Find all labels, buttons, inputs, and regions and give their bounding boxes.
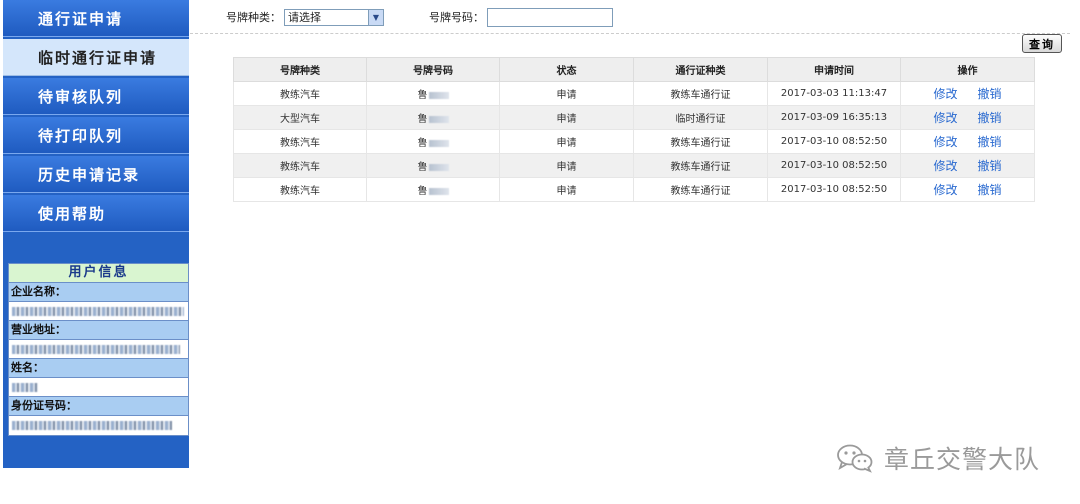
- edit-link[interactable]: 修改: [933, 111, 957, 125]
- cell-plate-no: 鲁: [366, 105, 500, 130]
- plate-type-select[interactable]: 请选择 ▼: [284, 8, 384, 26]
- cancel-link[interactable]: 撤销: [978, 159, 1002, 173]
- cell-pass-type: 临时通行证: [633, 105, 768, 130]
- table-row: 教练汽车 鲁 申请 教练车通行证 2017-03-10 08:52:50 修改 撤…: [233, 153, 1035, 178]
- cancel-link[interactable]: 撤销: [978, 87, 1002, 101]
- watermark: 章丘交警大队: [836, 440, 1040, 476]
- plate-type-selected-value: 请选择: [288, 11, 321, 24]
- cell-plate-no: 鲁: [366, 177, 500, 202]
- table-row: 教练汽车 鲁 申请 教练车通行证 2017-03-10 08:52:50 修改 撤…: [233, 177, 1035, 202]
- divider: [190, 33, 1070, 34]
- plate-redacted: [428, 115, 449, 123]
- cell-status: 申请: [499, 129, 634, 154]
- plate-redacted: [428, 91, 449, 99]
- plate-redacted: [428, 139, 449, 147]
- cell-pass-type: 教练车通行证: [633, 81, 768, 106]
- chevron-down-icon[interactable]: ▼: [368, 9, 383, 25]
- cell-actions: 修改 撤销: [900, 177, 1035, 202]
- edit-link[interactable]: 修改: [933, 159, 957, 173]
- col-plate-no: 号牌号码: [366, 57, 500, 82]
- cell-plate-no: 鲁: [366, 129, 500, 154]
- plate-redacted: [428, 163, 449, 171]
- sidebar-item-history[interactable]: 历史申请记录: [3, 156, 189, 193]
- watermark-text: 章丘交警大队: [884, 445, 1041, 474]
- plate-prefix: 鲁: [417, 186, 428, 197]
- col-pass-type: 通行证种类: [633, 57, 768, 82]
- cell-pass-type: 教练车通行证: [633, 153, 768, 178]
- cell-pass-type: 教练车通行证: [633, 129, 768, 154]
- cell-apply-time: 2017-03-10 08:52:50: [767, 177, 901, 202]
- cell-plate-no: 鲁: [366, 81, 500, 106]
- cell-apply-time: 2017-03-10 08:52:50: [767, 153, 901, 178]
- cell-actions: 修改 撤销: [900, 105, 1035, 130]
- edit-link[interactable]: 修改: [933, 135, 957, 149]
- cell-plate-type: 教练汽车: [233, 129, 367, 154]
- person-name-value-redacted: [9, 378, 188, 397]
- applications-table: 号牌种类 号牌号码 状态 通行证种类 申请时间 操作 教练汽车 鲁 申请 教练车…: [233, 57, 1035, 202]
- cell-plate-type: 教练汽车: [233, 153, 367, 178]
- cell-plate-type: 教练汽车: [233, 177, 367, 202]
- plate-redacted: [428, 187, 449, 195]
- cell-status: 申请: [499, 177, 634, 202]
- cell-plate-type: 教练汽车: [233, 81, 367, 106]
- business-address-label: 营业地址：: [9, 321, 188, 340]
- plate-prefix: 鲁: [417, 114, 428, 125]
- cell-actions: 修改 撤销: [900, 129, 1035, 154]
- cell-apply-time: 2017-03-10 08:52:50: [767, 129, 901, 154]
- id-number-label: 身份证号码：: [9, 397, 188, 416]
- sidebar-item-temp-pass-application[interactable]: 临时通行证申请: [3, 39, 189, 76]
- sidebar-item-pending-review[interactable]: 待审核队列: [3, 78, 189, 115]
- filter-bar: 号牌种类： 请选择 ▼ 号牌号码：: [190, 6, 1070, 28]
- plate-prefix: 鲁: [417, 162, 428, 173]
- table-row: 教练汽车 鲁 申请 教练车通行证 2017-03-03 11:13:47 修改 撤…: [233, 81, 1035, 106]
- col-actions: 操作: [900, 57, 1035, 82]
- table-row: 教练汽车 鲁 申请 教练车通行证 2017-03-10 08:52:50 修改 撤…: [233, 129, 1035, 154]
- sidebar-item-pass-application[interactable]: 通行证申请: [3, 0, 189, 37]
- cell-status: 申请: [499, 81, 634, 106]
- plate-type-label: 号牌种类：: [226, 11, 281, 24]
- person-name-label: 姓名：: [9, 359, 188, 378]
- cell-actions: 修改 撤销: [900, 153, 1035, 178]
- sidebar: 通行证申请 临时通行证申请 待审核队列 待打印队列 历史申请记录 使用帮助 用户…: [3, 0, 189, 468]
- cancel-link[interactable]: 撤销: [978, 135, 1002, 149]
- sidebar-item-help[interactable]: 使用帮助: [3, 195, 189, 232]
- plate-no-input[interactable]: [487, 7, 613, 27]
- cell-apply-time: 2017-03-03 11:13:47: [767, 81, 901, 106]
- cell-status: 申请: [499, 153, 634, 178]
- plate-no-label: 号牌号码：: [429, 11, 484, 24]
- edit-link[interactable]: 修改: [933, 183, 957, 197]
- cell-plate-type: 大型汽车: [233, 105, 367, 130]
- cancel-link[interactable]: 撤销: [978, 111, 1002, 125]
- table-row: 大型汽车 鲁 申请 临时通行证 2017-03-09 16:35:13 修改 撤销: [233, 105, 1035, 130]
- cell-pass-type: 教练车通行证: [633, 177, 768, 202]
- id-number-value-redacted: [9, 416, 188, 435]
- table-header-row: 号牌种类 号牌号码 状态 通行证种类 申请时间 操作: [233, 57, 1035, 82]
- query-button[interactable]: 查询: [1022, 34, 1062, 53]
- wechat-icon: [837, 444, 873, 473]
- edit-link[interactable]: 修改: [933, 87, 957, 101]
- user-info-title: 用户信息: [9, 264, 188, 283]
- plate-prefix: 鲁: [417, 90, 428, 101]
- col-status: 状态: [499, 57, 634, 82]
- company-name-value-redacted: [9, 302, 188, 321]
- cell-apply-time: 2017-03-09 16:35:13: [767, 105, 901, 130]
- sidebar-item-pending-print[interactable]: 待打印队列: [3, 117, 189, 154]
- cell-actions: 修改 撤销: [900, 81, 1035, 106]
- cancel-link[interactable]: 撤销: [978, 183, 1002, 197]
- col-apply-time: 申请时间: [767, 57, 901, 82]
- plate-prefix: 鲁: [417, 138, 428, 149]
- business-address-value-redacted: [9, 340, 188, 359]
- cell-plate-no: 鲁: [366, 153, 500, 178]
- company-name-label: 企业名称：: [9, 283, 188, 302]
- col-plate-type: 号牌种类: [233, 57, 367, 82]
- cell-status: 申请: [499, 105, 634, 130]
- user-info-panel: 用户信息 企业名称： 营业地址： 姓名： 身份证号码：: [8, 263, 189, 436]
